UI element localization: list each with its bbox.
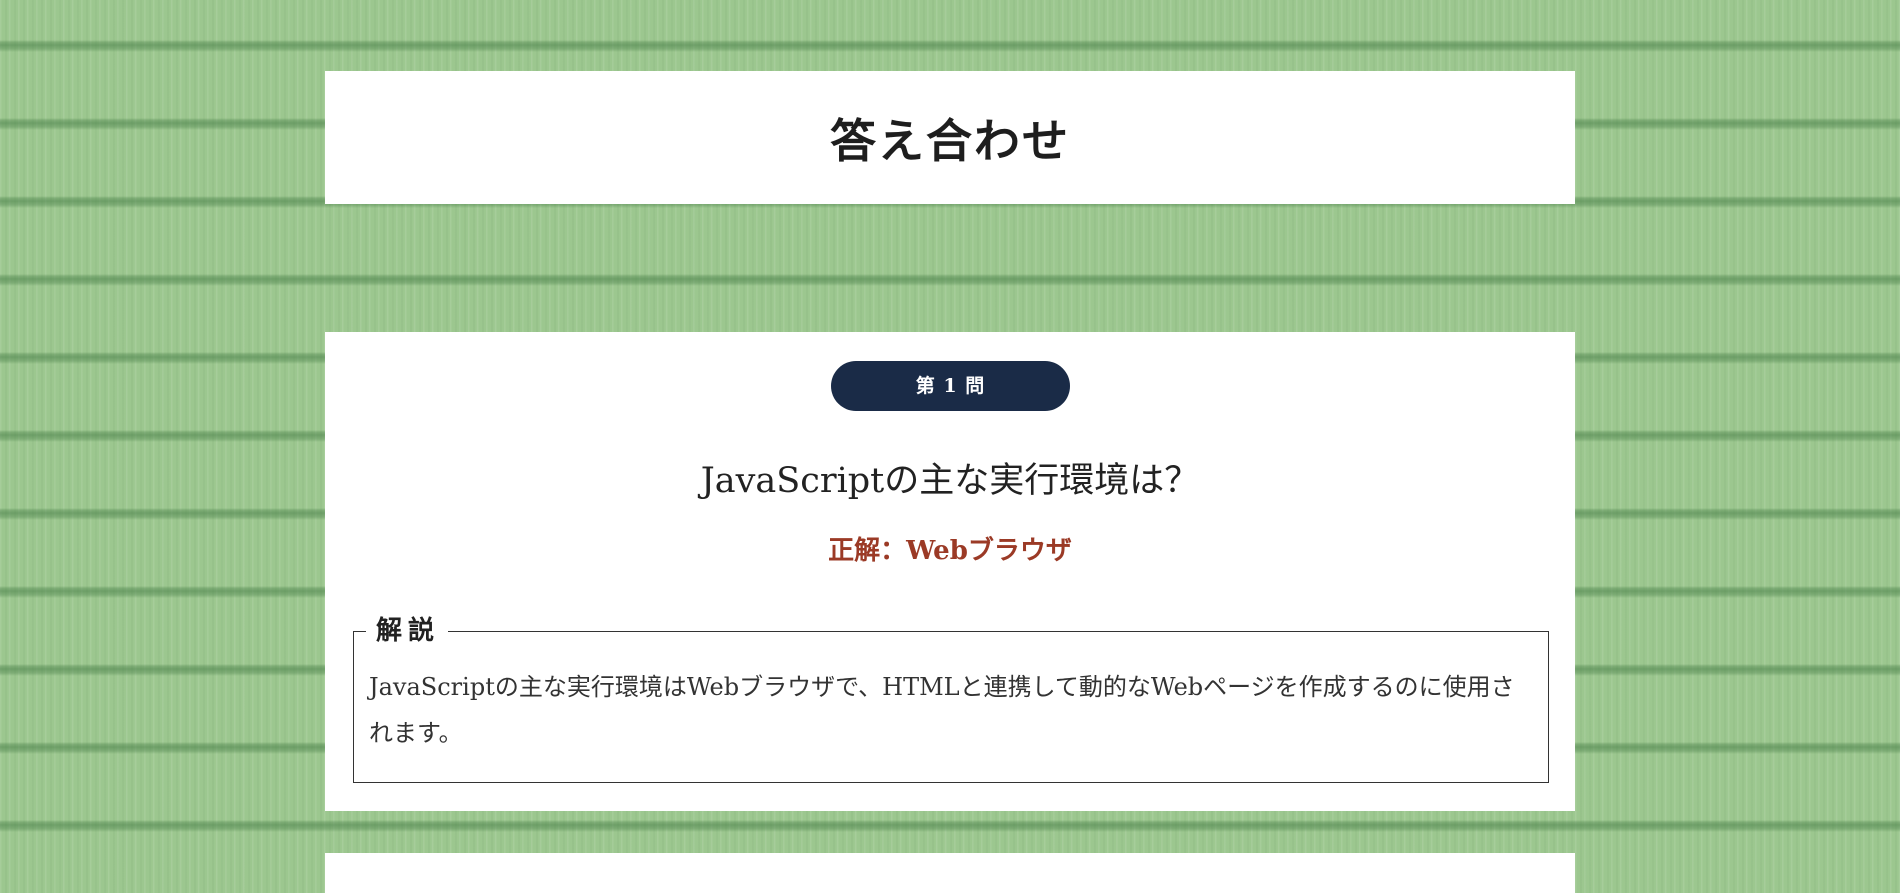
- explanation-box: 解説 JavaScriptの主な実行環境はWebブラウザで、HTMLと連携して動…: [353, 616, 1549, 783]
- explanation-text: JavaScriptの主な実行環境はWebブラウザで、HTMLと連携して動的なW…: [369, 673, 1515, 747]
- page-title: 答え合わせ: [830, 113, 1070, 168]
- explanation-label: 解説: [366, 616, 449, 646]
- title-card: 答え合わせ: [325, 71, 1575, 204]
- correct-answer: 正解：Webブラウザ: [828, 536, 1072, 566]
- question-card: 第 1 問 JavaScriptの主な実行環境は？ 正解：Webブラウザ 解説 …: [325, 332, 1575, 811]
- next-question-card: [325, 853, 1575, 893]
- question-number-badge: 第 1 問: [831, 361, 1070, 411]
- question-text: JavaScriptの主な実行環境は？: [700, 461, 1200, 501]
